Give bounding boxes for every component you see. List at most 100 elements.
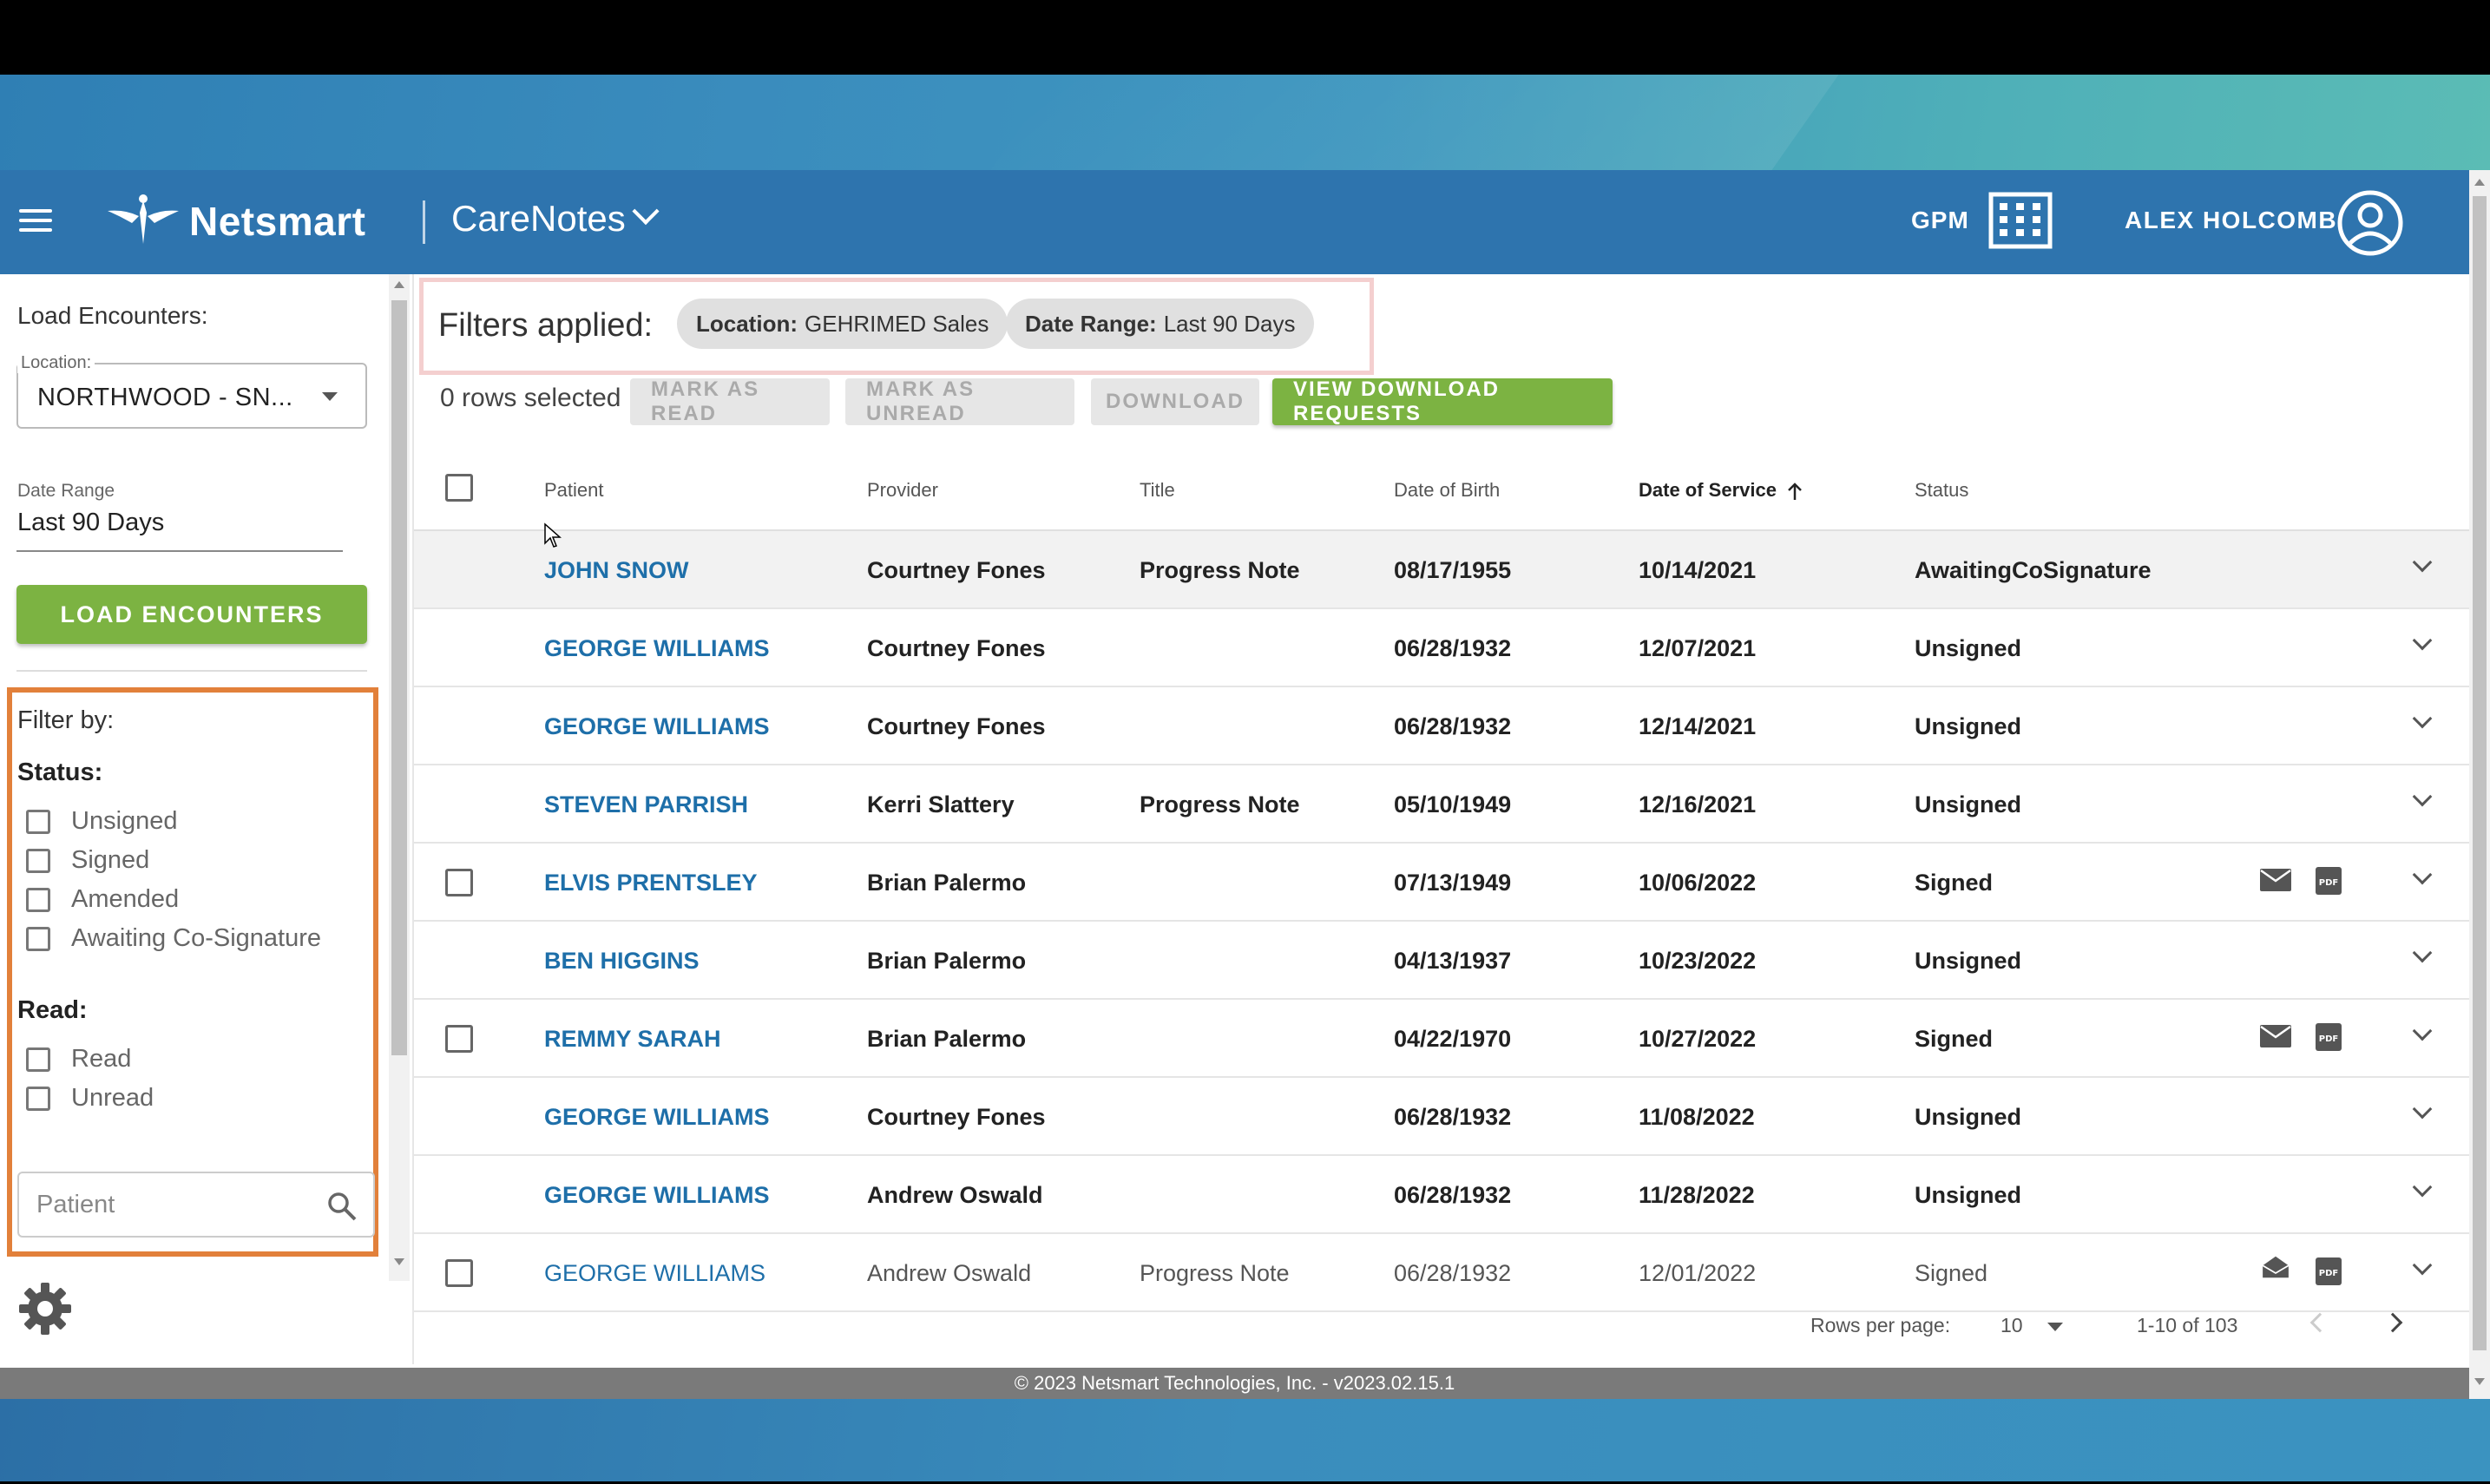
table-row[interactable]: GEORGE WILLIAMS Andrew Oswald 06/28/1932 11… [414, 1156, 2469, 1234]
column-header-title[interactable]: Title [1140, 479, 1175, 502]
filter-chip-date-range[interactable]: Date Range: Last 90 Days [1006, 299, 1315, 349]
hamburger-icon[interactable] [19, 209, 52, 235]
pdf-icon[interactable]: PDF [2315, 1257, 2342, 1286]
patient-link[interactable]: BEN HIGGINS [544, 948, 700, 975]
chevron-left-icon[interactable] [2309, 1312, 2330, 1333]
chevron-down-icon[interactable] [2412, 630, 2433, 651]
table-row[interactable]: GEORGE WILLIAMS Courtney Fones 06/28/1932 1… [414, 687, 2469, 765]
view-download-requests-button[interactable]: VIEW DOWNLOAD REQUESTS [1272, 378, 1613, 425]
status-unsigned-checkbox[interactable]: Unsigned [26, 807, 178, 836]
checkbox[interactable] [26, 1047, 50, 1072]
chevron-down-icon[interactable] [2412, 552, 2433, 573]
status-cell: Unsigned [1915, 1104, 2022, 1130]
netsmart-logo[interactable]: Netsmart [106, 191, 365, 252]
provider-cell: Brian Palermo [867, 1026, 1027, 1052]
location-value: NORTHWOOD - SN... [37, 384, 293, 411]
status-awaiting-cosignature-checkbox[interactable]: Awaiting Co-Signature [26, 924, 321, 953]
column-header-status[interactable]: Status [1915, 479, 1968, 502]
scroll-up-arrow-icon[interactable] [2474, 179, 2485, 186]
search-icon[interactable] [326, 1191, 358, 1222]
chevron-right-icon[interactable] [2382, 1312, 2403, 1333]
date-range-value[interactable]: Last 90 Days [17, 509, 164, 537]
patient-link[interactable]: ELVIS PRENTSLEY [544, 870, 758, 896]
user-name[interactable]: ALEX HOLCOMB [2125, 207, 2337, 234]
row-checkbox[interactable] [445, 1025, 473, 1053]
sidebar: Load Encounters: NORTHWOOD - SN... Locat… [0, 274, 382, 1335]
filter-chip-location[interactable]: Location: GEHRIMED Sales [677, 299, 1008, 349]
page-scrollbar[interactable] [2469, 170, 2490, 1399]
pdf-icon[interactable]: PDF [2315, 866, 2342, 896]
provider-cell: Brian Palermo [867, 948, 1027, 974]
dos-cell: 10/23/2022 [1639, 948, 1757, 974]
chevron-down-icon[interactable] [2412, 1099, 2433, 1120]
patient-link[interactable]: GEORGE WILLIAMS [544, 1260, 765, 1287]
product-switcher[interactable]: CareNotes [451, 197, 660, 240]
unread-checkbox[interactable]: Unread [26, 1084, 154, 1113]
table-row[interactable]: GEORGE WILLIAMS Courtney Fones 06/28/1932 1… [414, 1078, 2469, 1156]
rows-per-page-select[interactable]: 10 [2001, 1314, 2023, 1337]
patient-link[interactable]: JOHN SNOW [544, 557, 689, 584]
select-all-checkbox[interactable] [445, 474, 473, 502]
mail-icon[interactable] [2259, 868, 2292, 892]
mail-open-icon[interactable] [2259, 1255, 2292, 1279]
mark-as-read-button[interactable]: MARK AS READ [630, 378, 830, 425]
checkbox[interactable] [26, 1086, 50, 1111]
checkbox[interactable] [26, 887, 50, 912]
chevron-down-icon[interactable] [2412, 942, 2433, 963]
svg-text:PDF: PDF [2319, 1269, 2338, 1278]
table-row[interactable]: BEN HIGGINS Brian Palermo 04/13/1937 10/23/… [414, 922, 2469, 1000]
patient-search-input[interactable]: Patient [17, 1172, 375, 1238]
patient-link[interactable]: STEVEN PARRISH [544, 791, 748, 818]
patient-link[interactable]: GEORGE WILLIAMS [544, 1104, 770, 1131]
dob-cell: 07/13/1949 [1394, 870, 1512, 896]
row-checkbox[interactable] [445, 1259, 473, 1287]
user-account-icon[interactable] [2336, 189, 2404, 257]
patient-link[interactable]: GEORGE WILLIAMS [544, 635, 770, 662]
scroll-down-arrow-icon[interactable] [2474, 1378, 2485, 1385]
checkbox[interactable] [26, 809, 50, 834]
mail-icon[interactable] [2259, 1024, 2292, 1048]
chevron-down-icon[interactable] [2412, 786, 2433, 807]
column-header-provider[interactable]: Provider [867, 479, 938, 502]
patient-link[interactable]: GEORGE WILLIAMS [544, 713, 770, 740]
checkbox-label: Signed [71, 846, 150, 874]
checkbox[interactable] [26, 848, 50, 873]
row-checkbox[interactable] [445, 869, 473, 896]
chevron-down-icon[interactable] [2412, 864, 2433, 885]
table-row[interactable]: ELVIS PRENTSLEY Brian Palermo 07/13/1949 10… [414, 844, 2469, 922]
table-row[interactable]: GEORGE WILLIAMS Courtney Fones 06/28/1932 1… [414, 609, 2469, 687]
pdf-icon[interactable]: PDF [2315, 1022, 2342, 1052]
column-header-patient[interactable]: Patient [544, 479, 604, 502]
column-header-dos[interactable]: Date of Service [1639, 479, 1803, 502]
filter-by-label: Filter by: [17, 706, 115, 734]
mark-as-unread-button[interactable]: MARK AS UNREAD [845, 378, 1074, 425]
patient-link[interactable]: GEORGE WILLIAMS [544, 1182, 770, 1209]
status-amended-checkbox[interactable]: Amended [26, 885, 179, 914]
scroll-down-arrow-icon[interactable] [394, 1258, 404, 1265]
sidebar-scrollbar[interactable] [389, 274, 410, 1281]
chevron-down-icon[interactable] [2412, 708, 2433, 729]
scrollbar-thumb[interactable] [391, 300, 407, 1055]
table-row[interactable]: STEVEN PARRISH Kerri Slattery Progress Not… [414, 765, 2469, 844]
table-row[interactable]: REMMY SARAH Brian Palermo 04/22/1970 10/27/… [414, 1000, 2469, 1078]
chevron-down-icon[interactable] [2412, 1177, 2433, 1198]
dropdown-caret-icon[interactable] [2047, 1323, 2063, 1331]
scroll-up-arrow-icon[interactable] [394, 281, 404, 288]
checkbox-label: Unread [71, 1084, 154, 1112]
patient-link[interactable]: REMMY SARAH [544, 1026, 721, 1053]
checkbox[interactable] [26, 926, 50, 951]
table-row[interactable]: JOHN SNOW Courtney Fones Progress Note 08/1… [414, 531, 2469, 609]
chevron-down-icon[interactable] [2412, 1021, 2433, 1041]
status-signed-checkbox[interactable]: Signed [26, 846, 149, 875]
read-checkbox[interactable]: Read [26, 1045, 131, 1074]
status-cell: Unsigned [1915, 791, 2022, 818]
chevron-down-icon[interactable] [2412, 1255, 2433, 1276]
load-encounters-button[interactable]: LOAD ENCOUNTERS [16, 585, 367, 644]
column-header-dob[interactable]: Date of Birth [1394, 479, 1500, 502]
scrollbar-thumb[interactable] [2473, 196, 2487, 1350]
title-cell: Progress Note [1140, 557, 1300, 583]
svg-text:PDF: PDF [2319, 878, 2338, 888]
building-icon[interactable] [1987, 191, 2053, 250]
gear-icon[interactable] [17, 1281, 73, 1336]
download-button[interactable]: DOWNLOAD [1091, 378, 1259, 425]
